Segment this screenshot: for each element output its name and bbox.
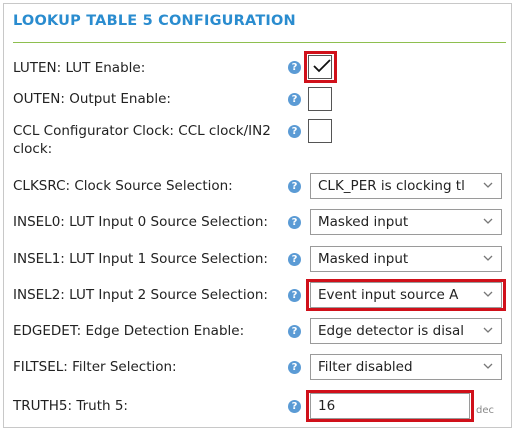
help-icon[interactable]: ? — [288, 216, 301, 229]
chevron-down-icon — [483, 291, 493, 297]
panel-title: LOOKUP TABLE 5 CONFIGURATION — [13, 13, 296, 29]
truth5-value: 16 — [318, 398, 336, 414]
insel0-label: INSEL0: LUT Input 0 Source Selection: — [13, 214, 268, 230]
filtsel-select[interactable]: Filter disabled — [310, 354, 502, 380]
ccl-clock-checkbox[interactable] — [308, 119, 332, 143]
chevron-down-icon — [483, 182, 493, 188]
chevron-down-icon — [483, 327, 493, 333]
help-icon[interactable]: ? — [288, 180, 301, 193]
help-icon[interactable]: ? — [288, 400, 301, 413]
checkmark-icon — [313, 59, 331, 73]
luten-checkbox[interactable] — [308, 55, 332, 79]
insel0-value: Masked input — [318, 214, 409, 230]
insel0-select[interactable]: Masked input — [310, 209, 502, 235]
lut5-config-panel: LOOKUP TABLE 5 CONFIGURATION LUTEN: LUT … — [3, 3, 512, 428]
insel2-value: Event input source A — [318, 287, 459, 303]
title-divider — [13, 42, 506, 43]
help-icon[interactable]: ? — [288, 289, 301, 302]
chevron-down-icon — [483, 255, 493, 261]
insel2-label: INSEL2: LUT Input 2 Source Selection: — [13, 287, 268, 303]
truth5-input[interactable]: 16 — [310, 393, 470, 419]
ccl-clock-label: CCL Configurator Clock: CCL clock/IN2 cl… — [13, 123, 271, 157]
help-icon[interactable]: ? — [288, 253, 301, 266]
luten-label: LUTEN: LUT Enable: — [13, 60, 146, 76]
chevron-down-icon — [483, 218, 493, 224]
edgedet-label: EDGEDET: Edge Detection Enable: — [13, 323, 245, 339]
insel1-label: INSEL1: LUT Input 1 Source Selection: — [13, 251, 268, 267]
truth5-unit: dec — [476, 405, 494, 416]
edgedet-select[interactable]: Edge detector is disal — [310, 318, 502, 344]
outen-checkbox[interactable] — [308, 87, 332, 111]
help-icon[interactable]: ? — [288, 61, 301, 74]
filtsel-label: FILTSEL: Filter Selection: — [13, 359, 177, 375]
help-icon[interactable]: ? — [288, 325, 301, 338]
edgedet-value: Edge detector is disal — [318, 323, 465, 339]
truth5-label: TRUTH5: Truth 5: — [13, 398, 128, 414]
insel1-value: Masked input — [318, 251, 409, 267]
clksrc-select[interactable]: CLK_PER is clocking tl — [310, 173, 502, 199]
clksrc-label: CLKSRC: Clock Source Selection: — [13, 178, 233, 194]
insel2-select[interactable]: Event input source A — [310, 282, 502, 308]
filtsel-value: Filter disabled — [318, 359, 413, 375]
outen-label: OUTEN: Output Enable: — [13, 91, 171, 107]
help-icon[interactable]: ? — [288, 93, 301, 106]
insel1-select[interactable]: Masked input — [310, 246, 502, 272]
chevron-down-icon — [483, 363, 493, 369]
help-icon[interactable]: ? — [288, 361, 301, 374]
help-icon[interactable]: ? — [288, 125, 301, 138]
clksrc-value: CLK_PER is clocking tl — [318, 178, 465, 194]
